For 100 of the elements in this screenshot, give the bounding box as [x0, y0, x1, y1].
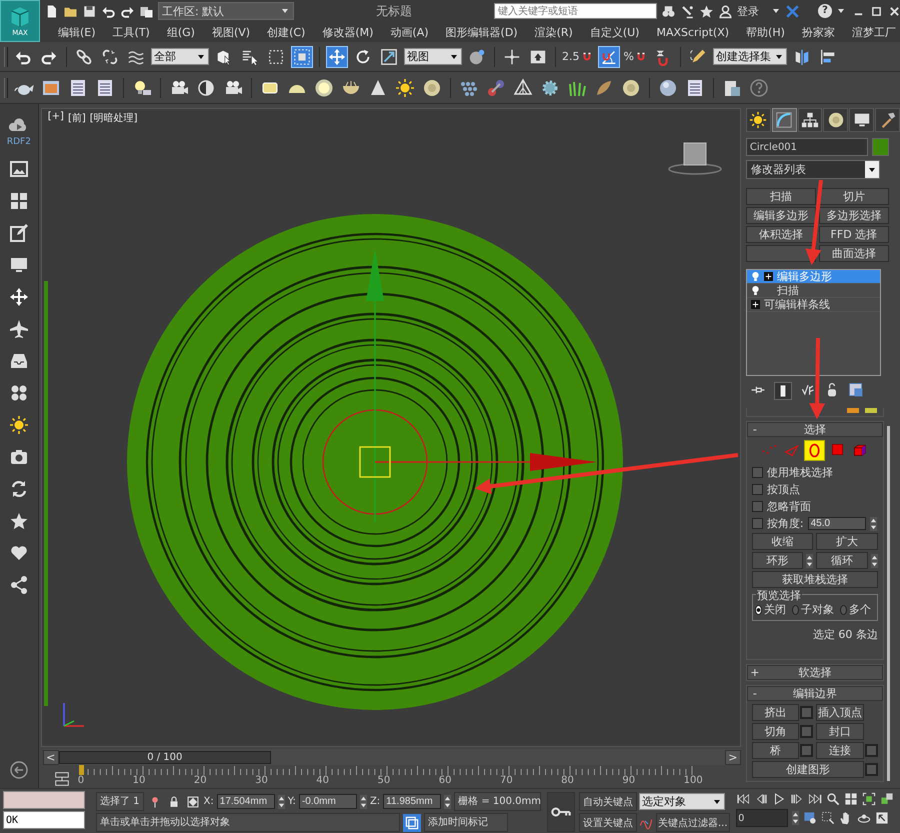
star-icon[interactable]: [8, 511, 29, 532]
dropdown[interactable]: 创建选择集: [712, 48, 787, 66]
modifier-list-dropdown[interactable]: 修改器列表: [746, 160, 880, 180]
sun-icon[interactable]: [394, 76, 416, 99]
stack-item[interactable]: 编辑多边形: [746, 270, 880, 284]
spinner-icon[interactable]: [278, 794, 285, 809]
config-icon[interactable]: [848, 382, 864, 398]
snap-button[interactable]: 2.5: [562, 50, 594, 64]
search-field[interactable]: 键入关键字或短语: [494, 3, 657, 19]
menu-item[interactable]: 修改器(M): [314, 24, 382, 40]
dropdown[interactable]: 全部: [151, 48, 209, 66]
next-frame-button[interactable]: >: [724, 750, 741, 765]
frame-field[interactable]: 0: [736, 809, 788, 828]
menu-item[interactable]: MAXScript(X): [648, 26, 738, 38]
dropdown-arrow-button[interactable]: [864, 161, 879, 178]
move-icon[interactable]: [326, 46, 348, 68]
checkbox[interactable]: [752, 501, 763, 512]
coordinate-field[interactable]: 17.504mm: [216, 794, 275, 810]
menu-item[interactable]: 渲染(R): [526, 24, 582, 40]
menu-item[interactable]: 编辑(E): [50, 24, 105, 40]
login-link[interactable]: 登录: [737, 4, 759, 18]
coordinate-field[interactable]: -0.0mm: [298, 794, 357, 810]
spinner-icon[interactable]: [870, 516, 877, 531]
share-icon[interactable]: [8, 575, 29, 596]
go-start-icon[interactable]: [736, 792, 750, 806]
previous-frame-button[interactable]: <: [42, 750, 59, 765]
edit-border-button[interactable]: 创建图形: [752, 761, 864, 778]
object-name-field[interactable]: Circle001: [746, 138, 868, 156]
menu-item[interactable]: 工具(T): [104, 24, 159, 40]
edit-border-button[interactable]: 切角: [752, 723, 800, 740]
stack-item[interactable]: 扫描: [746, 284, 880, 298]
arc-tab[interactable]: [772, 108, 797, 132]
hammer-tab[interactable]: [875, 108, 900, 132]
checkbox[interactable]: [752, 467, 763, 478]
scrollbar[interactable]: [887, 426, 890, 782]
edit-border-button[interactable]: 插入顶点: [816, 704, 864, 722]
go-end-icon[interactable]: [808, 792, 822, 806]
coordinate-field[interactable]: 11.985mm: [383, 794, 442, 810]
disc-tab[interactable]: [823, 108, 848, 132]
checkbox[interactable]: [752, 518, 763, 530]
edit-border-button[interactable]: 封口: [816, 723, 864, 740]
key-icon[interactable]: [547, 792, 575, 832]
modifier-button[interactable]: 体积选择: [746, 226, 816, 244]
user-icon[interactable]: [718, 4, 733, 18]
ring-icon[interactable]: [804, 440, 826, 462]
hierarchy-tab[interactable]: [798, 108, 822, 132]
workspace-dropdown[interactable]: 工作区: 默认: [158, 2, 294, 20]
blank-modifier-button[interactable]: [746, 245, 816, 262]
set-key-button[interactable]: 设置关键点: [579, 813, 637, 832]
maximize-icon[interactable]: [874, 811, 889, 826]
menu-item[interactable]: 渲梦工厂: [844, 24, 900, 40]
edit-border-button[interactable]: 桥: [752, 742, 800, 760]
menu-item[interactable]: 组(G): [158, 24, 204, 40]
sun-tab[interactable]: [746, 108, 771, 132]
stack-item[interactable]: 可编辑样条线: [746, 298, 880, 312]
picture-icon[interactable]: [8, 159, 29, 180]
snap-button[interactable]: %: [624, 50, 648, 64]
sun-icon[interactable]: [8, 415, 29, 436]
pencil-box-icon[interactable]: [8, 223, 29, 244]
help-button[interactable]: ?: [818, 4, 832, 18]
modifier-button[interactable]: 切片: [818, 188, 889, 206]
expand-icon[interactable]: [750, 300, 760, 310]
spinner-icon[interactable]: [444, 794, 452, 809]
modifier-stack-list[interactable]: 编辑多边形 扫描 可编辑样条线: [746, 269, 881, 376]
dropdown[interactable]: 视图: [404, 48, 462, 66]
rollout-header[interactable]: + 软选择: [746, 665, 883, 680]
zoom-extents-icon[interactable]: [862, 792, 876, 806]
time-tag-field[interactable]: 添加时间标记: [424, 813, 508, 832]
radio-button[interactable]: [792, 604, 799, 615]
help-circle-icon[interactable]: [748, 76, 770, 99]
zoom-all-icon[interactable]: [844, 792, 858, 806]
menu-item[interactable]: 自定义(U): [582, 24, 648, 40]
menu-item[interactable]: 图形编辑器(D): [438, 24, 527, 40]
edit-border-button[interactable]: 挤出: [752, 704, 800, 722]
viewport[interactable]: [+] [前] [明暗处理]: [40, 108, 741, 748]
bar-icon[interactable]: [774, 382, 792, 400]
window-square-icon[interactable]: [291, 46, 313, 68]
spinner-icon[interactable]: [792, 811, 799, 826]
angle-magnet-icon[interactable]: [598, 46, 620, 68]
loop-button[interactable]: 循环: [816, 552, 868, 570]
viewport-label[interactable]: [+]: [48, 111, 64, 126]
ring-icon[interactable]: [313, 76, 335, 99]
next-frame-icon[interactable]: [790, 792, 804, 806]
modifier-button[interactable]: 曲面选择: [818, 245, 889, 262]
bulb-icon[interactable]: [750, 285, 760, 296]
modifier-button[interactable]: FFD 选择: [818, 226, 889, 244]
menu-item[interactable]: 创建(C): [259, 24, 314, 40]
cross-icon[interactable]: [785, 4, 800, 18]
zoom-extents-all-icon[interactable]: [880, 792, 894, 806]
ring-button[interactable]: 环形: [752, 552, 804, 570]
menu-item[interactable]: 扮家家: [794, 24, 844, 40]
binoculars-icon[interactable]: [661, 4, 676, 18]
auto-key-button[interactable]: 自动关键点: [579, 792, 637, 812]
modifier-button[interactable]: 编辑多边形: [746, 207, 816, 224]
star-icon[interactable]: [699, 4, 714, 18]
rollout-header[interactable]: - 编辑边界: [746, 686, 883, 702]
radio-button[interactable]: [840, 604, 847, 615]
time-slider-thumb[interactable]: 0 / 100: [58, 750, 271, 764]
time-config-icon[interactable]: [802, 811, 817, 826]
modifier-button[interactable]: 多边形选择: [818, 207, 889, 224]
